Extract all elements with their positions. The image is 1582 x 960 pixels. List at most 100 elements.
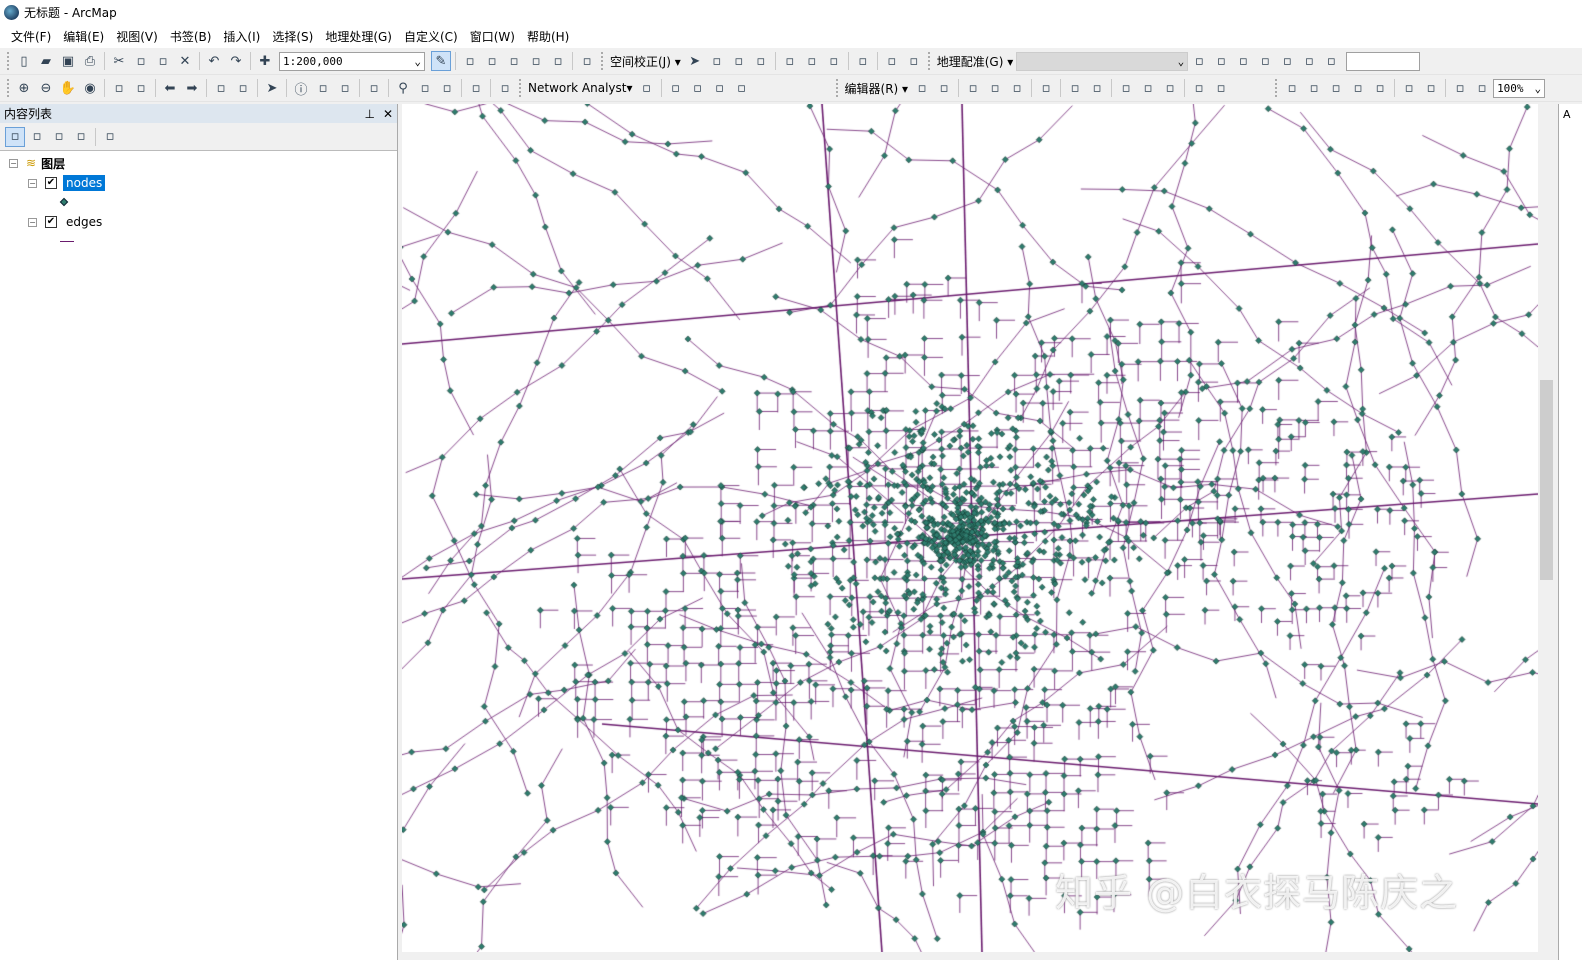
time-slider-icon[interactable]: ▫ — [466, 78, 486, 98]
back-icon[interactable]: ⬅ — [160, 78, 180, 98]
copy-icon[interactable]: ▫ — [131, 51, 151, 71]
select-elements-icon[interactable]: ➤ — [685, 51, 705, 71]
layer-visibility-checkbox[interactable]: ✔ — [45, 177, 57, 189]
add-data-icon[interactable]: ✚ — [255, 51, 275, 71]
topology-edit-icon[interactable]: ▫ — [1065, 78, 1085, 98]
zoom-100-icon[interactable]: ▫ — [1370, 78, 1390, 98]
construction-tools-icon[interactable]: ▫ — [1007, 78, 1027, 98]
layer-visibility-checkbox[interactable]: ✔ — [45, 216, 57, 228]
undo-icon[interactable]: ↶ — [204, 51, 224, 71]
pan-icon[interactable]: ✋ — [58, 78, 78, 98]
attributes-icon[interactable]: ▫ — [1189, 78, 1209, 98]
menu-item[interactable]: 文件(F) — [5, 28, 57, 45]
modify-link-icon[interactable]: ▫ — [729, 51, 749, 71]
network-analyst-window-icon[interactable]: ▫ — [637, 78, 657, 98]
select-elements-icon[interactable]: ➤ — [262, 78, 282, 98]
spatial-adjustment-menu[interactable]: 空间校正(J) ▾ — [607, 53, 684, 70]
view-link-table-icon[interactable]: ▫ — [1277, 51, 1297, 71]
identify-icon[interactable]: ⓘ — [291, 78, 311, 98]
layers-root[interactable]: − ≋ 图层 — [9, 154, 65, 172]
collapse-icon[interactable]: − — [28, 217, 37, 227]
forward-icon[interactable]: ➡ — [182, 78, 202, 98]
edit-tool-icon[interactable]: ▫ — [912, 78, 932, 98]
new-document-icon[interactable]: ▯ — [14, 51, 34, 71]
pin-icon[interactable]: ⊥ — [364, 107, 374, 121]
map-vertical-scrollbar[interactable] — [1538, 104, 1555, 952]
toolbar-grip[interactable] — [1275, 79, 1278, 97]
rotate-icon[interactable]: ▫ — [1233, 51, 1253, 71]
delete-icon[interactable]: ✕ — [175, 51, 195, 71]
auto-registration-icon[interactable]: ▫ — [1299, 51, 1319, 71]
magnifier-icon[interactable]: ▫ — [495, 78, 515, 98]
zoom-in-icon[interactable]: ⊕ — [14, 78, 34, 98]
layer-edges[interactable]: − ✔ edges — [28, 213, 105, 231]
toolbar-grip[interactable] — [7, 79, 10, 97]
georeferencing-menu[interactable]: 地理配准(G) ▾ — [934, 53, 1017, 70]
rotate-icon[interactable]: ▫ — [1160, 78, 1180, 98]
list-by-visibility-icon[interactable]: ▫ — [49, 127, 69, 147]
toolbar-grip[interactable] — [519, 79, 522, 97]
layout-pan-icon[interactable]: ▫ — [1326, 78, 1346, 98]
find-icon[interactable]: ⚲ — [393, 78, 413, 98]
search-window-icon[interactable]: ▫ — [504, 51, 524, 71]
list-by-selection-icon[interactable]: ▫ — [71, 127, 91, 147]
point-icon[interactable]: ▫ — [1036, 78, 1056, 98]
map-scale-combo[interactable]: 1:200,000 ⌄ — [279, 51, 425, 71]
multi-displacement-icon[interactable]: ▫ — [882, 51, 902, 71]
scrollbar-thumb[interactable] — [1540, 380, 1553, 580]
menu-item[interactable]: 地理处理(G) — [319, 28, 398, 45]
zoom-whole-page-icon[interactable]: ▫ — [1348, 78, 1368, 98]
georef-input[interactable] — [1346, 51, 1421, 71]
cut-polygon-icon[interactable]: ▫ — [1138, 78, 1158, 98]
directions-icon[interactable]: ▫ — [732, 78, 752, 98]
shift-icon[interactable]: ▫ — [1255, 51, 1275, 71]
toolbar-grip[interactable] — [7, 52, 10, 70]
menu-item[interactable]: 选择(S) — [266, 28, 319, 45]
list-by-source-icon[interactable]: ▫ — [27, 127, 47, 147]
map-canvas[interactable] — [402, 104, 1538, 952]
snap-icon[interactable]: ▫ — [1116, 78, 1136, 98]
editor-toolbar-icon[interactable]: ✎ — [431, 51, 451, 71]
view-link-table-icon[interactable]: ▫ — [780, 51, 800, 71]
fit-to-display-icon[interactable]: ▫ — [1211, 51, 1231, 71]
new-limited-area-icon[interactable]: ▫ — [904, 51, 924, 71]
menu-item[interactable]: 书签(B) — [164, 28, 218, 45]
hyperlink-icon[interactable]: ▫ — [313, 78, 333, 98]
go-back-extent-icon[interactable]: ▫ — [1450, 78, 1470, 98]
edit-annotation-icon[interactable]: ▫ — [934, 78, 954, 98]
layer-name[interactable]: nodes — [63, 175, 106, 191]
edges-symbol[interactable] — [60, 232, 74, 250]
html-popup-icon[interactable]: ▫ — [335, 78, 355, 98]
identity-link-icon[interactable]: ▫ — [853, 51, 873, 71]
select-move-location-icon[interactable]: ▫ — [688, 78, 708, 98]
layout-zoom-combo[interactable]: 100% ⌄ — [1493, 78, 1546, 98]
endpoint-arc-icon[interactable]: ▫ — [985, 78, 1005, 98]
rotate-dropdown-icon[interactable]: ▫ — [1321, 51, 1341, 71]
toolbar-grip[interactable] — [601, 52, 604, 70]
fixed-zoom-out-icon[interactable]: ▫ — [131, 78, 151, 98]
menu-item[interactable]: 帮助(H) — [521, 28, 575, 45]
layout-zoom-in-icon[interactable]: ▫ — [1282, 78, 1302, 98]
arctoolbox-icon[interactable]: ▫ — [526, 51, 546, 71]
split-icon[interactable]: ▫ — [1087, 78, 1107, 98]
go-forward-extent-icon[interactable]: ▫ — [1472, 78, 1492, 98]
sketch-properties-icon[interactable]: ▫ — [1211, 78, 1231, 98]
close-icon[interactable]: ✕ — [383, 107, 393, 121]
fixed-zoom-out-icon[interactable]: ▫ — [1421, 78, 1441, 98]
layer-nodes[interactable]: − ✔ nodes — [28, 174, 106, 192]
cut-icon[interactable]: ✂ — [109, 51, 129, 71]
nodes-symbol[interactable] — [59, 193, 69, 211]
redo-icon[interactable]: ↷ — [226, 51, 246, 71]
find-route-icon[interactable]: ▫ — [415, 78, 435, 98]
menu-item[interactable]: 编辑(E) — [57, 28, 110, 45]
layer-name[interactable]: edges — [63, 214, 105, 230]
menu-item[interactable]: 自定义(C) — [398, 28, 464, 45]
toc-window-icon[interactable]: ▫ — [460, 51, 480, 71]
catalog-icon[interactable]: ▫ — [482, 51, 502, 71]
toolbar-grip[interactable] — [927, 52, 931, 70]
clear-selection-icon[interactable]: ▫ — [233, 78, 253, 98]
menu-item[interactable]: 窗口(W) — [464, 28, 521, 45]
menu-item[interactable]: 视图(V) — [110, 28, 164, 45]
adjust-icon[interactable]: ▫ — [802, 51, 822, 71]
collapse-icon[interactable]: − — [28, 178, 37, 188]
